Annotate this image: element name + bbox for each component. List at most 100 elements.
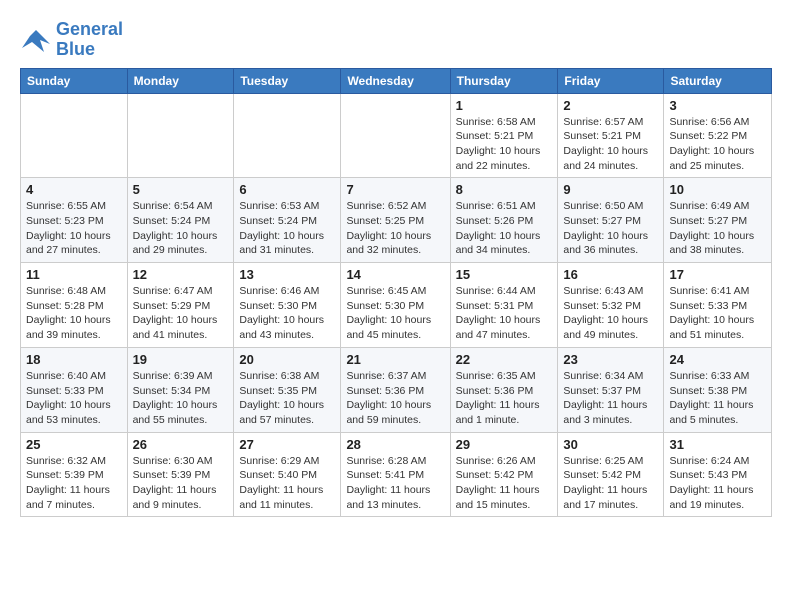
day-detail: Sunrise: 6:58 AM Sunset: 5:21 PM Dayligh… — [456, 115, 553, 174]
day-number: 23 — [563, 352, 658, 367]
day-detail: Sunrise: 6:37 AM Sunset: 5:36 PM Dayligh… — [346, 369, 444, 428]
day-number: 17 — [669, 267, 766, 282]
day-number: 28 — [346, 437, 444, 452]
header-cell-tuesday: Tuesday — [234, 68, 341, 93]
day-detail: Sunrise: 6:24 AM Sunset: 5:43 PM Dayligh… — [669, 454, 766, 513]
calendar-cell: 10 Sunrise: 6:49 AM Sunset: 5:27 PM Dayli… — [664, 178, 772, 263]
day-number: 11 — [26, 267, 122, 282]
calendar-cell: 17Sunrise: 6:41 AM Sunset: 5:33 PM Dayli… — [664, 263, 772, 348]
calendar-cell: 6 Sunrise: 6:53 AM Sunset: 5:24 PM Daylig… — [234, 178, 341, 263]
day-detail: Sunrise: 6:34 AM Sunset: 5:37 PM Dayligh… — [563, 369, 658, 428]
header-cell-thursday: Thursday — [450, 68, 558, 93]
day-detail: Sunrise: 6:49 AM Sunset: 5:27 PM Dayligh… — [669, 199, 766, 258]
calendar-cell: 15Sunrise: 6:44 AM Sunset: 5:31 PM Dayli… — [450, 263, 558, 348]
calendar-cell: 22Sunrise: 6:35 AM Sunset: 5:36 PM Dayli… — [450, 347, 558, 432]
day-number: 14 — [346, 267, 444, 282]
day-number: 16 — [563, 267, 658, 282]
day-detail: Sunrise: 6:52 AM Sunset: 5:25 PM Dayligh… — [346, 199, 444, 258]
day-detail: Sunrise: 6:45 AM Sunset: 5:30 PM Dayligh… — [346, 284, 444, 343]
day-number: 9 — [563, 182, 658, 197]
day-number: 30 — [563, 437, 658, 452]
calendar-cell: 19 Sunrise: 6:39 AM Sunset: 5:34 PM Dayli… — [127, 347, 234, 432]
calendar-cell: 27 Sunrise: 6:29 AM Sunset: 5:40 PM Dayli… — [234, 432, 341, 517]
day-number: 7 — [346, 182, 444, 197]
day-detail: Sunrise: 6:46 AM Sunset: 5:30 PM Dayligh… — [239, 284, 335, 343]
day-detail: Sunrise: 6:55 AM Sunset: 5:23 PM Dayligh… — [26, 199, 122, 258]
day-detail: Sunrise: 6:26 AM Sunset: 5:42 PM Dayligh… — [456, 454, 553, 513]
calendar-cell: 2Sunrise: 6:57 AM Sunset: 5:21 PM Daylig… — [558, 93, 664, 178]
day-number: 27 — [239, 437, 335, 452]
day-detail: Sunrise: 6:33 AM Sunset: 5:38 PM Dayligh… — [669, 369, 766, 428]
week-row-3: 11Sunrise: 6:48 AM Sunset: 5:28 PM Dayli… — [21, 263, 772, 348]
day-number: 6 — [239, 182, 335, 197]
day-number: 26 — [133, 437, 229, 452]
calendar-cell — [127, 93, 234, 178]
calendar-cell: 21 Sunrise: 6:37 AM Sunset: 5:36 PM Dayli… — [341, 347, 450, 432]
calendar-table: SundayMondayTuesdayWednesdayThursdayFrid… — [20, 68, 772, 518]
header-cell-friday: Friday — [558, 68, 664, 93]
calendar-cell: 8 Sunrise: 6:51 AM Sunset: 5:26 PM Daylig… — [450, 178, 558, 263]
calendar-cell: 24 Sunrise: 6:33 AM Sunset: 5:38 PM Dayli… — [664, 347, 772, 432]
day-number: 31 — [669, 437, 766, 452]
day-number: 19 — [133, 352, 229, 367]
day-number: 4 — [26, 182, 122, 197]
day-number: 21 — [346, 352, 444, 367]
calendar-cell: 9 Sunrise: 6:50 AM Sunset: 5:27 PM Daylig… — [558, 178, 664, 263]
calendar-cell: 14 Sunrise: 6:45 AM Sunset: 5:30 PM Dayli… — [341, 263, 450, 348]
week-row-2: 4 Sunrise: 6:55 AM Sunset: 5:23 PM Daylig… — [21, 178, 772, 263]
day-detail: Sunrise: 6:53 AM Sunset: 5:24 PM Dayligh… — [239, 199, 335, 258]
week-row-4: 18 Sunrise: 6:40 AM Sunset: 5:33 PM Dayli… — [21, 347, 772, 432]
calendar-cell: 7 Sunrise: 6:52 AM Sunset: 5:25 PM Daylig… — [341, 178, 450, 263]
day-number: 5 — [133, 182, 229, 197]
day-detail: Sunrise: 6:54 AM Sunset: 5:24 PM Dayligh… — [133, 199, 229, 258]
day-number: 10 — [669, 182, 766, 197]
day-detail: Sunrise: 6:47 AM Sunset: 5:29 PM Dayligh… — [133, 284, 229, 343]
day-number: 29 — [456, 437, 553, 452]
day-number: 13 — [239, 267, 335, 282]
day-number: 3 — [669, 98, 766, 113]
day-detail: Sunrise: 6:28 AM Sunset: 5:41 PM Dayligh… — [346, 454, 444, 513]
day-detail: Sunrise: 6:43 AM Sunset: 5:32 PM Dayligh… — [563, 284, 658, 343]
day-detail: Sunrise: 6:40 AM Sunset: 5:33 PM Dayligh… — [26, 369, 122, 428]
calendar-cell: 31 Sunrise: 6:24 AM Sunset: 5:43 PM Dayli… — [664, 432, 772, 517]
day-number: 18 — [26, 352, 122, 367]
day-detail: Sunrise: 6:51 AM Sunset: 5:26 PM Dayligh… — [456, 199, 553, 258]
calendar-cell: 28 Sunrise: 6:28 AM Sunset: 5:41 PM Dayli… — [341, 432, 450, 517]
day-number: 8 — [456, 182, 553, 197]
day-detail: Sunrise: 6:50 AM Sunset: 5:27 PM Dayligh… — [563, 199, 658, 258]
header-cell-sunday: Sunday — [21, 68, 128, 93]
calendar-cell: 26 Sunrise: 6:30 AM Sunset: 5:39 PM Dayli… — [127, 432, 234, 517]
header-area: General Blue — [20, 16, 772, 60]
day-number: 24 — [669, 352, 766, 367]
calendar-cell: 13 Sunrise: 6:46 AM Sunset: 5:30 PM Dayli… — [234, 263, 341, 348]
calendar-cell: 20 Sunrise: 6:38 AM Sunset: 5:35 PM Dayli… — [234, 347, 341, 432]
calendar-cell — [234, 93, 341, 178]
day-detail: Sunrise: 6:38 AM Sunset: 5:35 PM Dayligh… — [239, 369, 335, 428]
calendar-cell: 30Sunrise: 6:25 AM Sunset: 5:42 PM Dayli… — [558, 432, 664, 517]
calendar-cell: 4 Sunrise: 6:55 AM Sunset: 5:23 PM Daylig… — [21, 178, 128, 263]
calendar-cell — [341, 93, 450, 178]
day-number: 2 — [563, 98, 658, 113]
logo-text-line1: General — [56, 20, 123, 40]
header-cell-saturday: Saturday — [664, 68, 772, 93]
week-row-5: 25Sunrise: 6:32 AM Sunset: 5:39 PM Dayli… — [21, 432, 772, 517]
day-detail: Sunrise: 6:29 AM Sunset: 5:40 PM Dayligh… — [239, 454, 335, 513]
day-detail: Sunrise: 6:35 AM Sunset: 5:36 PM Dayligh… — [456, 369, 553, 428]
calendar-cell: 23 Sunrise: 6:34 AM Sunset: 5:37 PM Dayli… — [558, 347, 664, 432]
logo-icon — [20, 26, 52, 54]
logo-text-line2: Blue — [56, 40, 123, 60]
calendar-cell: 16 Sunrise: 6:43 AM Sunset: 5:32 PM Dayli… — [558, 263, 664, 348]
logo: General Blue — [20, 20, 123, 60]
day-number: 20 — [239, 352, 335, 367]
calendar-cell: 5 Sunrise: 6:54 AM Sunset: 5:24 PM Daylig… — [127, 178, 234, 263]
day-number: 12 — [133, 267, 229, 282]
day-detail: Sunrise: 6:30 AM Sunset: 5:39 PM Dayligh… — [133, 454, 229, 513]
calendar-cell: 11Sunrise: 6:48 AM Sunset: 5:28 PM Dayli… — [21, 263, 128, 348]
header-row: SundayMondayTuesdayWednesdayThursdayFrid… — [21, 68, 772, 93]
day-detail: Sunrise: 6:56 AM Sunset: 5:22 PM Dayligh… — [669, 115, 766, 174]
calendar-cell: 3 Sunrise: 6:56 AM Sunset: 5:22 PM Daylig… — [664, 93, 772, 178]
calendar-cell — [21, 93, 128, 178]
calendar-cell: 1Sunrise: 6:58 AM Sunset: 5:21 PM Daylig… — [450, 93, 558, 178]
day-detail: Sunrise: 6:39 AM Sunset: 5:34 PM Dayligh… — [133, 369, 229, 428]
day-number: 15 — [456, 267, 553, 282]
